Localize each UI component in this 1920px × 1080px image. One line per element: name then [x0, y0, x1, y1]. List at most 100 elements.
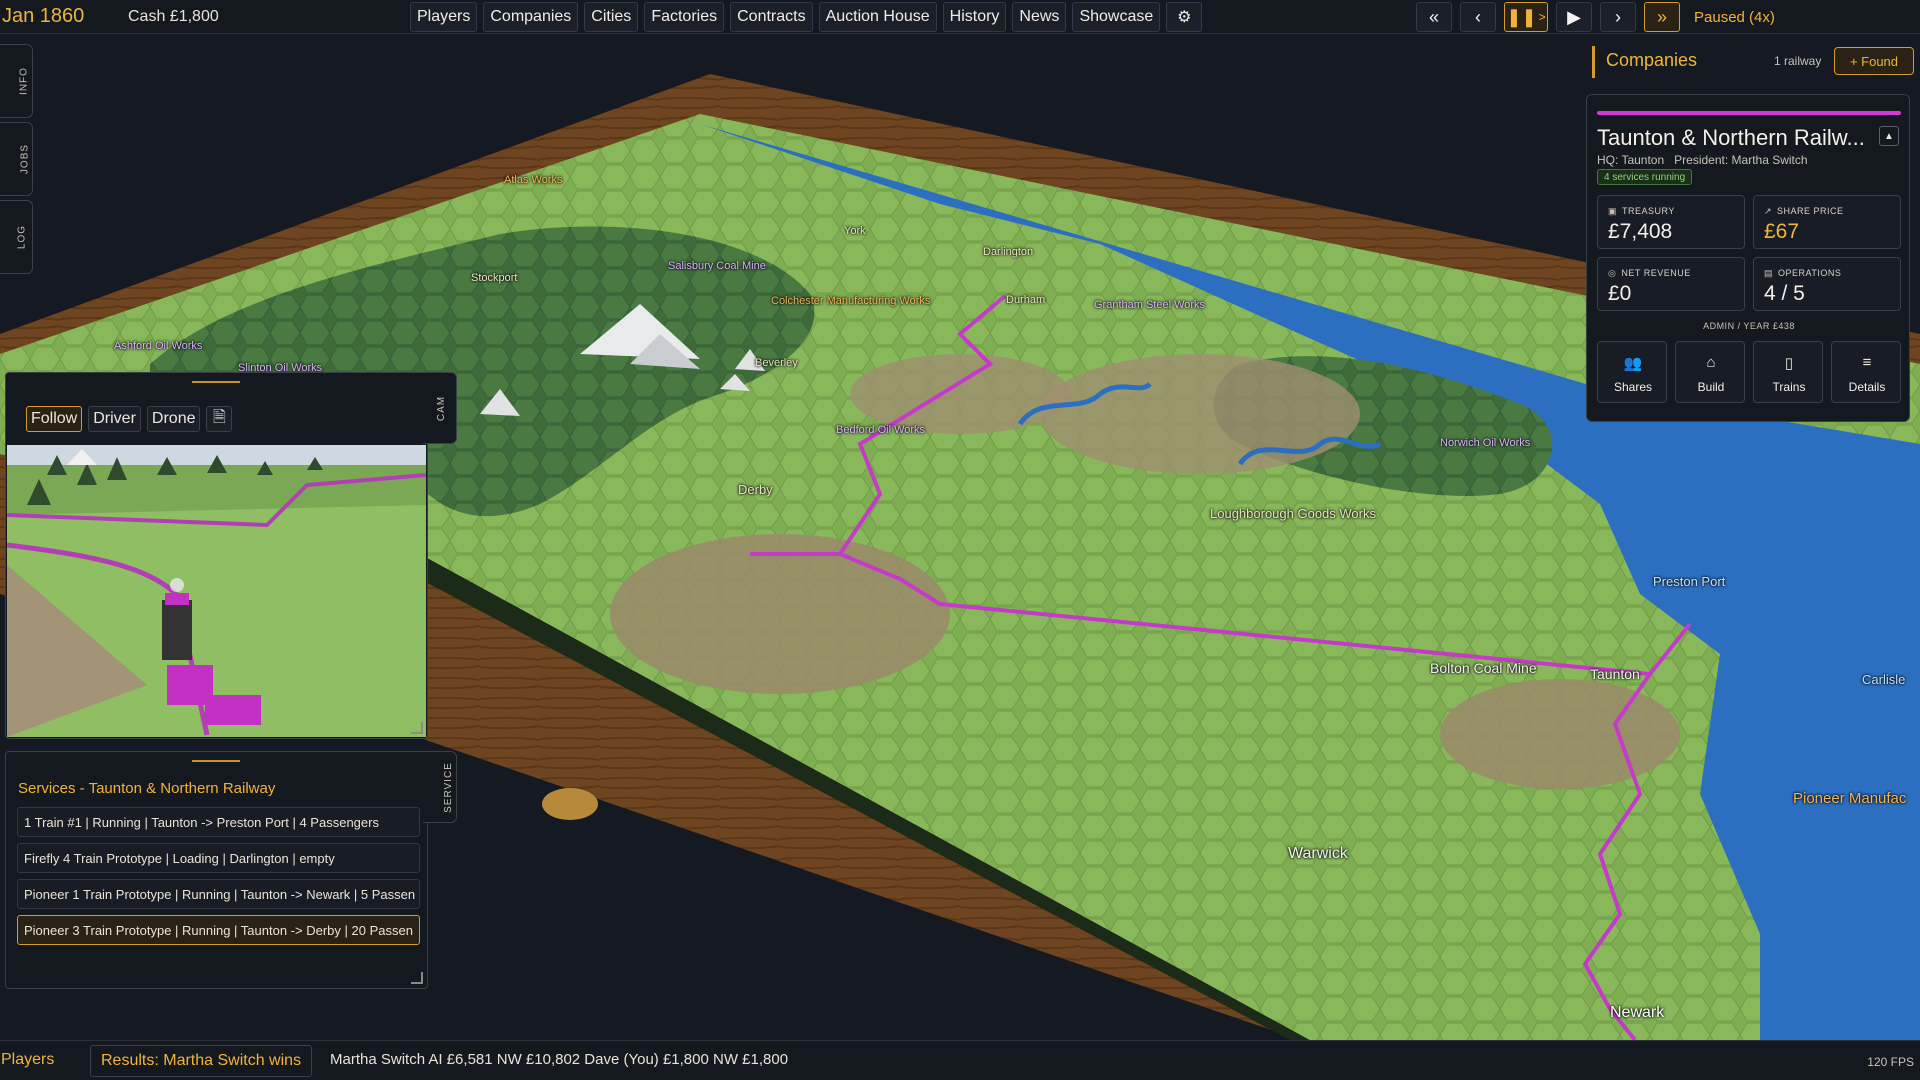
map-label-preston-port[interactable]: Preston Port	[1653, 574, 1725, 589]
results-button[interactable]: Results: Martha Switch wins	[90, 1045, 313, 1077]
tab-jobs[interactable]: JOBS	[0, 122, 33, 196]
map-label-atlas-works[interactable]: Atlas Works	[504, 174, 562, 186]
treasury-icon: ▣	[1608, 206, 1618, 216]
play-button[interactable]: ▶	[1556, 2, 1592, 32]
drone-button[interactable]: Drone	[146, 406, 201, 432]
map-label-warwick[interactable]: Warwick	[1288, 845, 1348, 863]
companies-title: Companies	[1606, 50, 1698, 70]
map-label-york[interactable]: York	[844, 225, 866, 237]
trend-up-icon: ↗	[1764, 206, 1773, 216]
operations-stat: ▤ OPERATIONS 4 / 5	[1753, 257, 1901, 311]
train-camera-view[interactable]	[7, 445, 426, 737]
company-color-bar	[1597, 111, 1901, 115]
tab-info[interactable]: INFO	[0, 44, 33, 118]
pause-icon: ❚❚	[1506, 6, 1537, 27]
map-label-colchester-manufacturing-works[interactable]: Colchester Manufacturing Works	[771, 295, 930, 307]
map-label-durham[interactable]: Durham	[1006, 294, 1045, 306]
panel-drag-handle[interactable]	[192, 760, 240, 762]
resize-handle[interactable]	[411, 972, 423, 984]
pause-button[interactable]: ❚❚ >	[1504, 2, 1548, 32]
nav-companies-button[interactable]: Companies	[483, 2, 579, 32]
nav-news-button[interactable]: News	[1012, 2, 1067, 32]
map-label-grantham-steel-works[interactable]: Grantham Steel Works	[1094, 299, 1205, 311]
services-title: Services - Taunton & Northern Railway	[18, 780, 276, 797]
details-icon: ≡	[1862, 354, 1872, 371]
map-label-ashford-oil-works[interactable]: Ashford Oil Works	[114, 340, 202, 352]
nav-players-button[interactable]: Players	[410, 2, 478, 32]
service-row-selected[interactable]: Pioneer 3 Train Prototype | Running | Ta…	[17, 915, 420, 945]
player-standings: Martha Switch AI £6,581 NW £10,802 Dave …	[330, 1051, 789, 1068]
nav-cities-button[interactable]: Cities	[584, 2, 639, 32]
tab-log[interactable]: LOG	[0, 200, 33, 274]
map-label-bolton-coal-mine[interactable]: Bolton Coal Mine	[1430, 660, 1537, 676]
nav-showcase-button[interactable]: Showcase	[1072, 2, 1161, 32]
players-toggle[interactable]: Players	[1, 1051, 54, 1069]
company-hq: HQ: Taunton	[1597, 153, 1665, 167]
camera-panel: Follow Driver Drone 🗎	[5, 372, 428, 739]
nav-auction-house-button[interactable]: Auction House	[818, 2, 937, 32]
panel-drag-handle[interactable]	[192, 381, 240, 383]
step-back-button[interactable]: ‹	[1460, 2, 1496, 32]
map-label-loughborough-goods-works[interactable]: Loughborough Goods Works	[1210, 506, 1376, 521]
bottom-bar: Players Results: Martha Switch wins Mart…	[0, 1040, 1920, 1080]
company-name[interactable]: Taunton & Northern Railw...	[1597, 125, 1865, 151]
found-company-button[interactable]: + Found	[1834, 47, 1914, 75]
collapse-button[interactable]: ▲	[1879, 126, 1899, 146]
settings-button[interactable]: ⚙	[1166, 2, 1203, 32]
build-button[interactable]: ⌂ Build	[1675, 341, 1745, 403]
services-panel: Services - Taunton & Northern Railway 1 …	[5, 751, 428, 989]
nav-factories-button[interactable]: Factories	[644, 2, 725, 32]
map-label-derby[interactable]: Derby	[738, 482, 773, 497]
details-button[interactable]: ≡ Details	[1831, 341, 1901, 403]
play-icon: ▶	[1567, 6, 1581, 27]
document-icon: 🗎	[213, 408, 226, 426]
nav-contracts-button[interactable]: Contracts	[730, 2, 813, 32]
tab-service[interactable]: SERVICE	[423, 751, 457, 823]
chevron-up-icon: ▲	[1884, 130, 1894, 142]
rewind-fast-icon: «	[1428, 6, 1439, 27]
users-icon: 👥	[1623, 355, 1643, 372]
map-label-pioneer-manufac[interactable]: Pioneer Manufac	[1793, 790, 1906, 807]
fps-counter: 120 FPS	[1867, 1055, 1914, 1069]
build-icon: ⌂	[1706, 354, 1716, 371]
nav-history-button[interactable]: History	[942, 2, 1007, 32]
company-president: President: Martha Switch	[1674, 153, 1808, 167]
camera-notes-button[interactable]: 🗎	[206, 406, 233, 432]
company-meta: HQ: Taunton President: Martha Switch	[1597, 153, 1808, 167]
map-label-carlisle[interactable]: Carlisle	[1862, 672, 1905, 687]
step-forward-button[interactable]: ›	[1600, 2, 1636, 32]
train-icon: ▯	[1784, 355, 1794, 372]
shares-button[interactable]: 👥 Shares	[1597, 341, 1667, 403]
rewind-fast-button[interactable]: «	[1416, 2, 1452, 32]
speed-controls: « ‹ ❚❚ > ▶ › » Paused (4x)	[1416, 2, 1775, 32]
map-label-stockport[interactable]: Stockport	[471, 272, 517, 284]
main-nav: Players Companies Cities Factories Contr…	[410, 2, 1203, 32]
services-running-badge: 4 services running	[1597, 169, 1693, 185]
step-back-icon: ‹	[1475, 6, 1481, 27]
follow-button[interactable]: Follow	[26, 406, 83, 432]
fast-forward-icon: »	[1656, 6, 1667, 27]
top-bar: Jan 1860 Cash £1,800 Players Companies C…	[0, 0, 1920, 34]
admin-per-year: ADMIN / YEAR £438	[1703, 321, 1795, 331]
map-label-newark[interactable]: Newark	[1610, 1004, 1664, 1022]
map-label-bedford-oil-works[interactable]: Bedford Oil Works	[836, 424, 925, 436]
map-label-salisbury-coal-mine[interactable]: Salisbury Coal Mine	[668, 260, 766, 272]
service-row[interactable]: Firefly 4 Train Prototype | Loading | Da…	[17, 843, 420, 873]
camera-mode-buttons: Follow Driver Drone 🗎	[26, 406, 233, 432]
gear-icon: ⚙	[1177, 9, 1192, 26]
map-label-norwich-oil-works[interactable]: Norwich Oil Works	[1440, 437, 1530, 449]
trains-button[interactable]: ▯ Trains	[1753, 341, 1823, 403]
fast-forward-button[interactable]: »	[1644, 2, 1680, 32]
map-label-darlington[interactable]: Darlington	[983, 246, 1033, 258]
resize-handle[interactable]	[411, 722, 423, 734]
share-price-stat: ↗ SHARE PRICE £67	[1753, 195, 1901, 249]
map-label-beverley[interactable]: Beverley	[755, 357, 798, 369]
companies-header: Companies 1 railway + Found	[1592, 46, 1914, 78]
tab-camera[interactable]: CAM	[423, 372, 457, 444]
operations-icon: ▤	[1764, 268, 1774, 278]
game-date: Jan 1860	[2, 5, 85, 27]
driver-button[interactable]: Driver	[88, 406, 141, 432]
service-row[interactable]: 1 Train #1 | Running | Taunton -> Presto…	[17, 807, 420, 837]
service-row[interactable]: Pioneer 1 Train Prototype | Running | Ta…	[17, 879, 420, 909]
map-label-taunton[interactable]: Taunton	[1590, 666, 1640, 682]
